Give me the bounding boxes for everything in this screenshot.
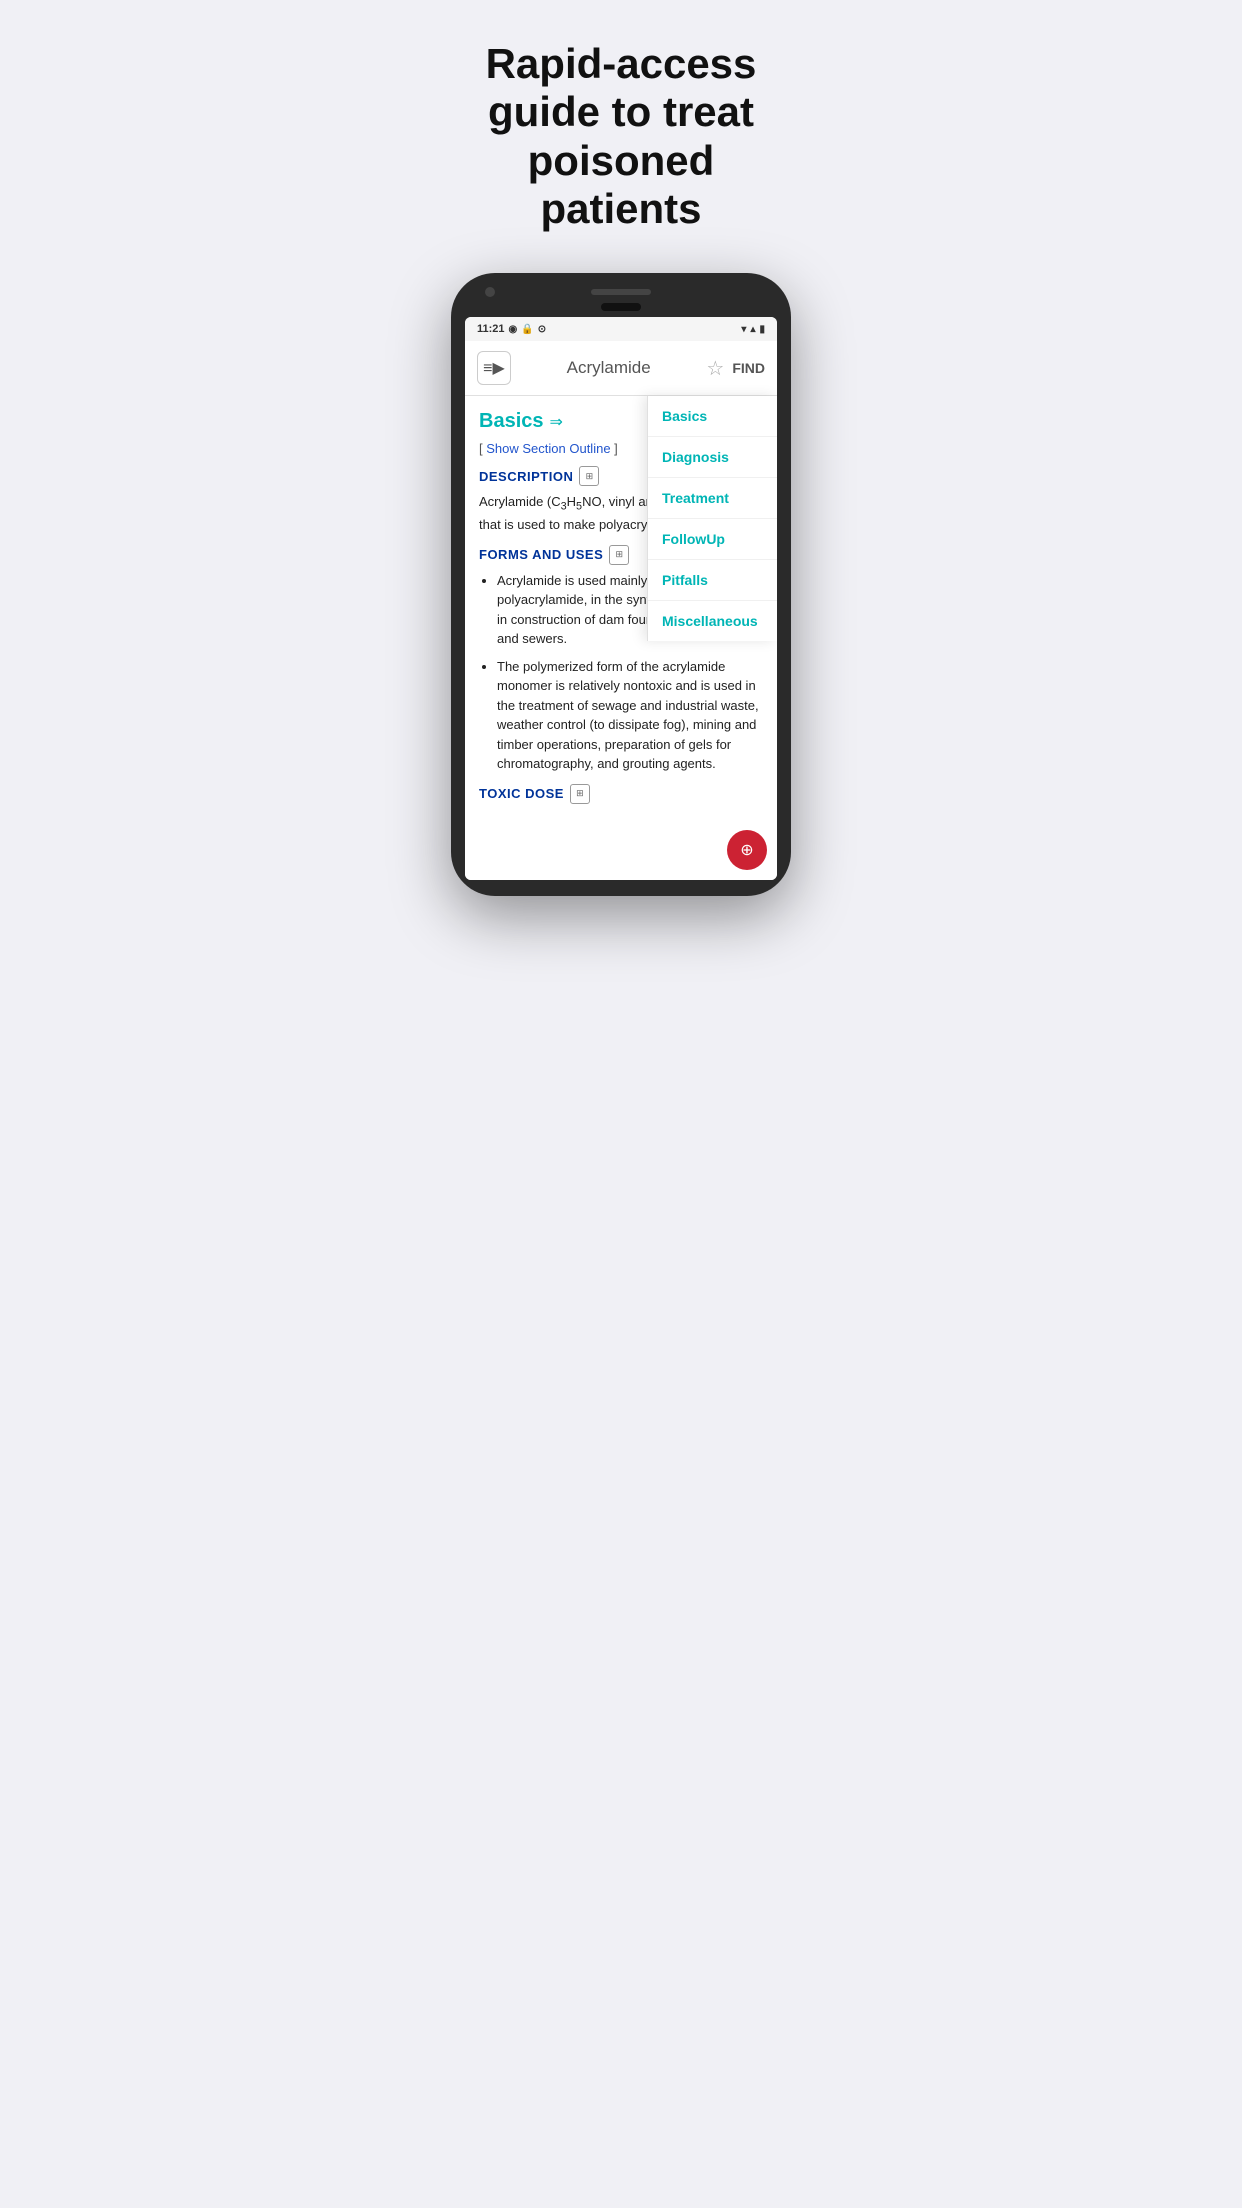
fab-button[interactable]: ⊕ [727, 830, 767, 870]
sidebar-item-followup[interactable]: FollowUp [648, 519, 777, 560]
signal-icon: ▴ [750, 324, 755, 335]
phone-screen: 11:21 ◉ 🔒 ⊙ ▾ ▴ ▮ ≡▶ Acrylamide ☆ FIND [465, 317, 777, 879]
toxic-dose-header: TOXIC DOSE ⊞ [479, 784, 763, 804]
sidebar-item-diagnosis[interactable]: Diagnosis [648, 437, 777, 478]
sidebar-item-miscellaneous[interactable]: Miscellaneous [648, 601, 777, 641]
phone-wrapper: 11:21 ◉ 🔒 ⊙ ▾ ▴ ▮ ≡▶ Acrylamide ☆ FIND [414, 263, 828, 925]
forms-bullet-2: The polymerized form of the acrylamide m… [497, 657, 763, 774]
status-time: 11:21 [477, 323, 505, 335]
outline-bracket-close: ] [614, 441, 618, 456]
status-right: ▾ ▴ ▮ [741, 324, 765, 335]
nav-bar: ≡▶ Acrylamide ☆ FIND [465, 341, 777, 396]
forms-icon[interactable]: ⊞ [609, 545, 629, 565]
battery-icon: ▮ [759, 324, 765, 335]
wifi-icon: ▾ [741, 324, 746, 335]
star-button[interactable]: ☆ [706, 356, 724, 381]
hero-title: Rapid-access guide to treat poisoned pat… [414, 0, 828, 263]
sync-icon: ⊙ [538, 324, 546, 335]
app-logo[interactable]: ≡▶ [477, 351, 511, 385]
phone-top-bar [465, 289, 777, 295]
find-button[interactable]: FIND [732, 360, 765, 376]
outline-bracket-open: [ [479, 441, 483, 456]
nav-title: Acrylamide [519, 358, 698, 378]
basics-arrow-icon: ⇒ [550, 412, 563, 432]
lock-icon: 🔒 [521, 324, 533, 335]
sidebar-item-treatment[interactable]: Treatment [648, 478, 777, 519]
basics-label[interactable]: Basics [479, 410, 544, 433]
description-icon[interactable]: ⊞ [579, 466, 599, 486]
toxic-dose-title: TOXIC DOSE [479, 786, 564, 801]
location-icon: ◉ [509, 324, 518, 335]
hero-section: Rapid-access guide to treat poisoned pat… [414, 0, 828, 263]
status-left: 11:21 ◉ 🔒 ⊙ [477, 323, 546, 335]
phone-camera [485, 287, 495, 297]
logo-icon: ≡▶ [483, 358, 505, 378]
phone-speaker [591, 289, 651, 295]
show-outline-link[interactable]: Show Section Outline [486, 441, 610, 456]
toxic-dose-section: TOXIC DOSE ⊞ [479, 784, 763, 870]
toxic-dose-icon[interactable]: ⊞ [570, 784, 590, 804]
fab-icon: ⊕ [740, 840, 753, 860]
status-bar: 11:21 ◉ 🔒 ⊙ ▾ ▴ ▮ [465, 317, 777, 341]
phone-earpiece [601, 303, 641, 311]
sidebar-item-basics[interactable]: Basics [648, 396, 777, 437]
sidebar-item-pitfalls[interactable]: Pitfalls [648, 560, 777, 601]
forms-title: FORMS AND USES [479, 547, 603, 562]
phone-device: 11:21 ◉ 🔒 ⊙ ▾ ▴ ▮ ≡▶ Acrylamide ☆ FIND [451, 273, 791, 895]
content-area: Basics ⇒ [ Show Section Outline ] DESCRI… [465, 396, 777, 879]
sidebar-overlay: Basics Diagnosis Treatment FollowUp Pitf… [647, 396, 777, 641]
description-title: DESCRIPTION [479, 469, 573, 484]
